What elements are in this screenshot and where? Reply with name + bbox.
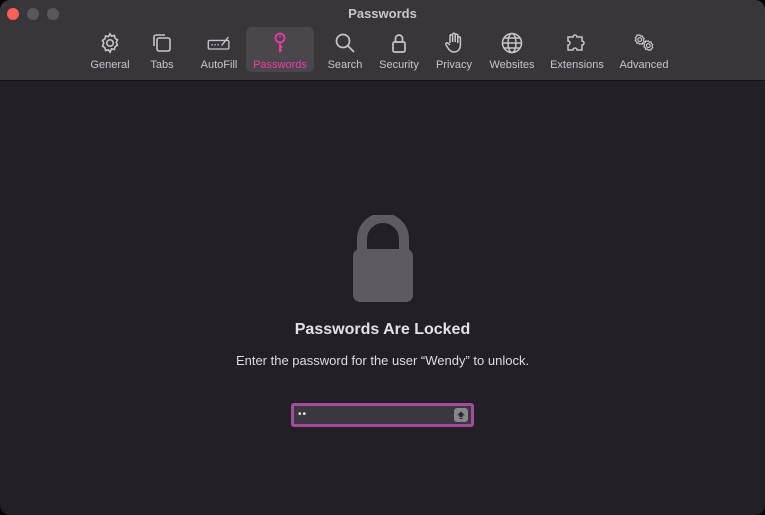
title-bar: Passwords General Tabs AutoFill Password… — [0, 0, 765, 81]
magnifier-icon — [335, 33, 355, 53]
tab-search[interactable]: Search — [326, 27, 364, 72]
password-field[interactable]: •• — [291, 403, 474, 427]
tab-security-label: Security — [379, 59, 419, 71]
tab-privacy[interactable]: Privacy — [434, 27, 474, 72]
tab-extensions[interactable]: Extensions — [548, 27, 606, 72]
large-lock-icon — [353, 215, 413, 302]
unlock-instructions: Enter the password for the user “Wendy” … — [235, 353, 530, 368]
password-value: •• — [298, 409, 308, 420]
gear-icon — [101, 32, 119, 54]
tab-security[interactable]: Security — [376, 27, 422, 72]
preferences-toolbar: General Tabs AutoFill Passwords Search S… — [86, 27, 671, 72]
tab-websites-label: Websites — [489, 59, 535, 71]
gears-icon — [634, 34, 654, 52]
tab-advanced[interactable]: Advanced — [617, 27, 671, 72]
tab-general[interactable]: General — [86, 27, 134, 72]
tab-tabs-label: Tabs — [150, 59, 174, 71]
tab-autofill[interactable]: AutoFill — [195, 27, 243, 72]
passwords-pane: Passwords Are Locked Enter the password … — [0, 81, 765, 515]
tab-search-label: Search — [327, 59, 363, 71]
autofill-icon — [207, 36, 230, 50]
tab-privacy-label: Privacy — [435, 59, 473, 71]
tab-tabs[interactable]: Tabs — [142, 27, 182, 72]
password-key-button[interactable] — [454, 408, 468, 422]
tab-autofill-label: AutoFill — [200, 59, 238, 71]
tab-extensions-label: Extensions — [550, 59, 604, 71]
tab-passwords-label: Passwords — [253, 59, 307, 71]
hand-icon — [445, 32, 462, 53]
preferences-window: Passwords General Tabs AutoFill Password… — [0, 0, 765, 515]
tab-general-label: General — [90, 59, 130, 71]
puzzle-icon — [567, 34, 585, 51]
tab-websites[interactable]: Websites — [487, 27, 537, 72]
globe-icon — [501, 32, 523, 54]
tab-passwords[interactable]: Passwords — [246, 27, 314, 72]
tab-advanced-label: Advanced — [619, 59, 669, 71]
key-upload-icon — [457, 411, 465, 419]
key-icon — [274, 32, 286, 53]
locked-title: Passwords Are Locked — [294, 321, 471, 338]
lock-icon — [392, 34, 406, 53]
window-title: Passwords — [348, 6, 417, 21]
tabs-icon — [153, 34, 171, 52]
